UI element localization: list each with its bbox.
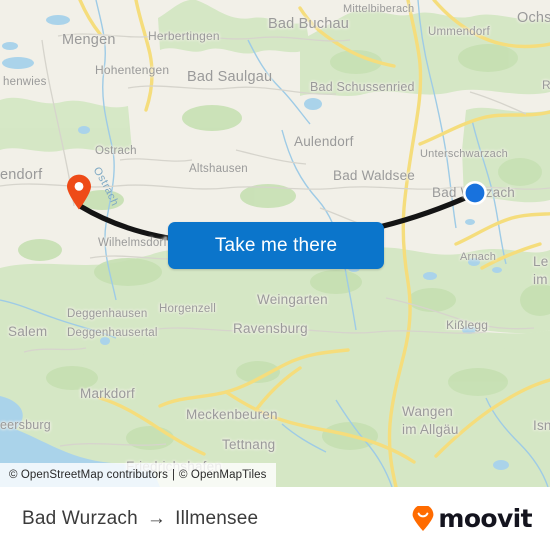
take-me-there-button[interactable]: Take me there xyxy=(168,222,384,269)
origin-marker-pin[interactable] xyxy=(66,174,92,210)
map-canvas[interactable]: Ostrach Mengen Herbertingen Bad Buchau Mitt… xyxy=(0,0,550,487)
arrow-right-icon: → xyxy=(146,507,167,529)
map-attribution: © OpenStreetMap contributors | © OpenMap… xyxy=(0,463,277,487)
destination-marker-dot[interactable] xyxy=(462,180,488,206)
moovit-pin-icon xyxy=(412,505,434,531)
route-destination-label: Illmensee xyxy=(175,507,259,529)
route-summary: Bad Wurzach → Illmensee xyxy=(22,508,258,530)
attribution-osm[interactable]: © OpenStreetMap contributors xyxy=(9,469,168,481)
footer-bar: Bad Wurzach → Illmensee moovit xyxy=(0,487,550,550)
attribution-separator: | xyxy=(171,469,176,481)
route-origin-label: Bad Wurzach xyxy=(22,507,138,529)
moovit-wordmark: moovit xyxy=(438,504,532,533)
attribution-maptiles[interactable]: © OpenMapTiles xyxy=(179,469,266,481)
moovit-route-card: Ostrach Mengen Herbertingen Bad Buchau Mitt… xyxy=(0,0,550,550)
moovit-logo[interactable]: moovit xyxy=(410,504,533,533)
